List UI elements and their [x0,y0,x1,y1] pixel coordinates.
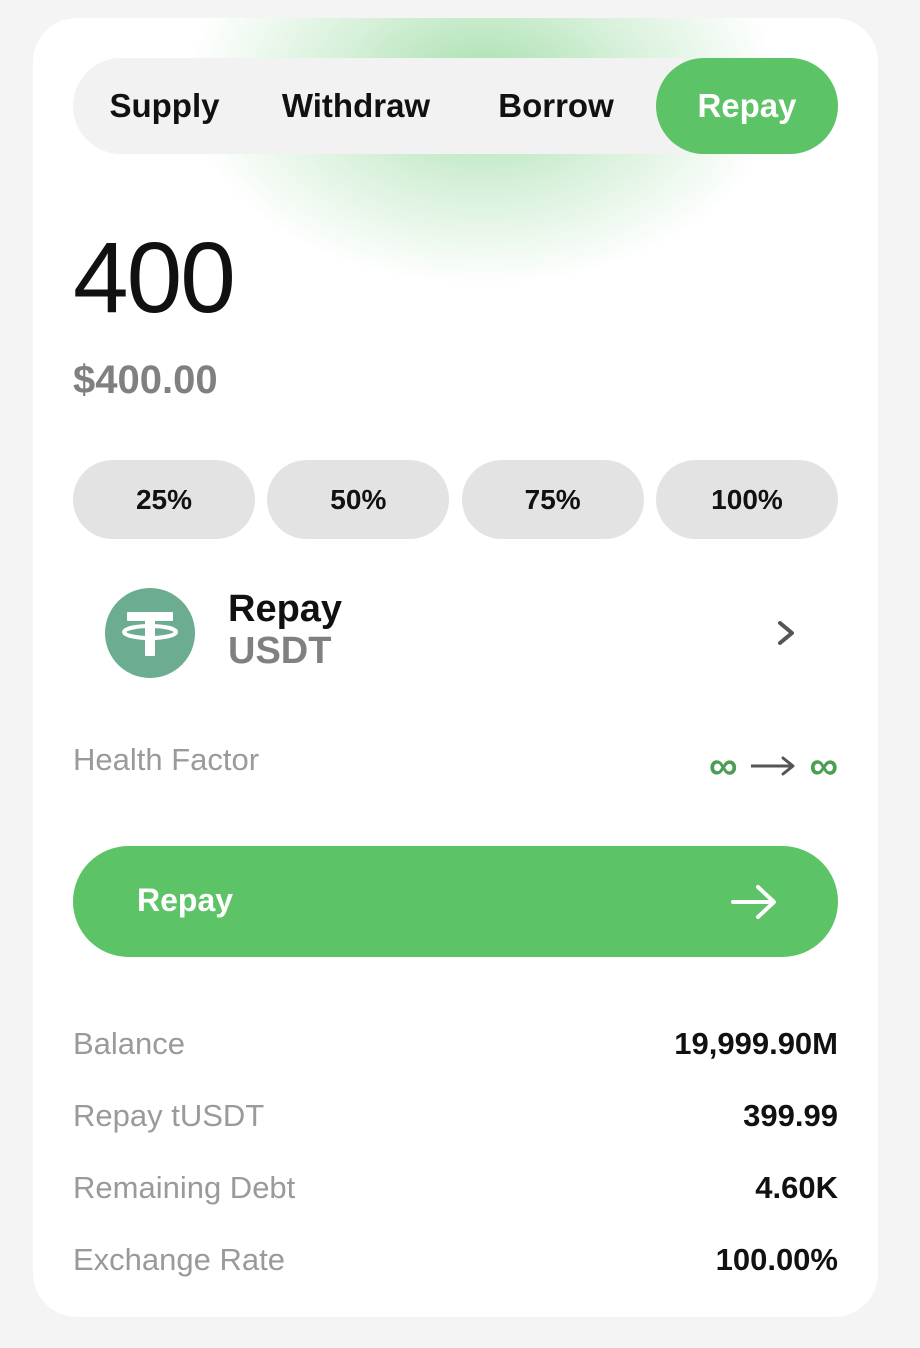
asset-selector[interactable]: Repay USDT [73,578,838,688]
repay-tusdt-label: Repay tUSDT [73,1098,265,1133]
action-tabs: Supply Withdraw Borrow Repay [73,58,838,154]
repay-button[interactable]: Repay [73,846,838,957]
tab-borrow[interactable]: Borrow [456,58,656,154]
tab-withdraw[interactable]: Withdraw [256,58,456,154]
health-factor-to: ∞ [809,744,838,788]
health-factor-values: ∞ ∞ [709,746,838,786]
repay-tusdt-value: 399.99 [743,1098,838,1133]
usd-value: $400.00 [73,358,218,402]
chevron-right-icon [778,621,794,645]
info-row-remaining-debt: Remaining Debt 4.60K [73,1152,838,1224]
asset-action-label: Repay [228,588,343,630]
exchange-rate-value: 100.00% [715,1242,838,1277]
balance-label: Balance [73,1026,186,1061]
health-factor-from: ∞ [708,744,738,788]
exchange-rate-label: Exchange Rate [73,1242,285,1277]
percent-50-button[interactable]: 50% [267,460,450,539]
arrow-right-icon [751,756,795,776]
info-row-exchange-rate: Exchange Rate 100.00% [73,1224,838,1296]
info-row-repay-tusdt: Repay tUSDT 399.99 [73,1080,838,1152]
percent-buttons: 25% 50% 75% 100% [73,460,838,539]
remaining-debt-label: Remaining Debt [73,1170,296,1205]
info-row-balance: Balance 19,999.90M [73,1008,838,1080]
repay-panel: Supply Withdraw Borrow Repay 400 $400.00… [33,18,878,1317]
percent-25-button[interactable]: 25% [73,460,255,539]
percent-100-button[interactable]: 100% [655,460,838,539]
tab-repay[interactable]: Repay [656,58,838,154]
repay-details: Balance 19,999.90M Repay tUSDT 399.99 Re… [73,1008,838,1296]
tab-supply[interactable]: Supply [73,58,256,154]
remaining-debt-value: 4.60K [755,1170,838,1205]
tether-icon [105,588,195,678]
percent-75-button[interactable]: 75% [461,460,644,539]
balance-value: 19,999.90M [674,1026,838,1061]
health-factor-label: Health Factor [73,742,260,777]
asset-text: Repay USDT [228,588,342,672]
amount-input[interactable]: 400 [73,218,236,338]
repay-button-label: Repay [137,882,234,918]
asset-symbol: USDT [228,630,332,672]
arrow-right-icon [731,885,776,919]
